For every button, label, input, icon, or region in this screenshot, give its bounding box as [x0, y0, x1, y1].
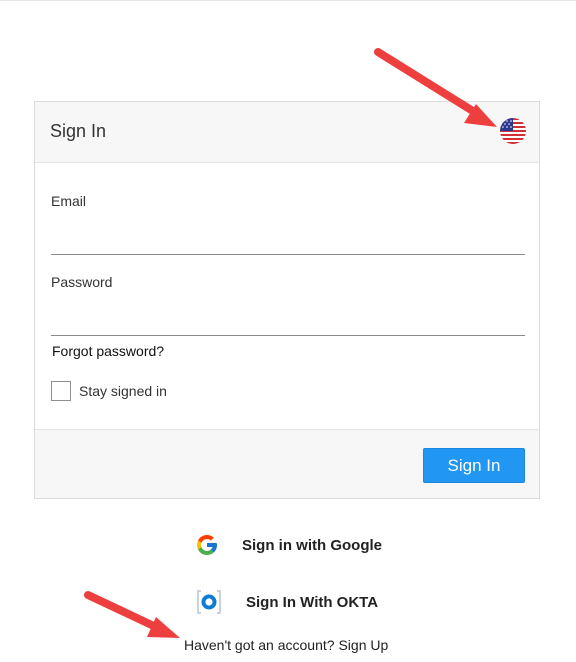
sign-in-button[interactable]: Sign In: [423, 448, 525, 483]
signup-prompt: Haven't got an account? Sign Up: [184, 637, 388, 653]
card-header: Sign In: [35, 102, 539, 163]
sign-in-card: Sign In Email Password Forgot password? …: [34, 101, 540, 499]
forgot-password-link[interactable]: Forgot password?: [52, 343, 164, 359]
stay-signed-in-checkbox[interactable]: [51, 381, 71, 401]
card-title: Sign In: [50, 121, 107, 141]
us-flag-icon[interactable]: [500, 118, 526, 144]
card-footer: Sign In: [35, 429, 539, 498]
top-divider: [0, 0, 576, 1]
sign-up-link[interactable]: Sign Up: [338, 637, 388, 653]
okta-icon: [196, 589, 222, 615]
google-sign-in-button[interactable]: Sign in with Google: [195, 533, 382, 557]
stay-signed-in-label: Stay signed in: [79, 383, 167, 399]
password-label: Password: [51, 274, 113, 290]
annotation-arrow-signup: [84, 591, 180, 638]
google-icon: [195, 533, 219, 557]
okta-sign-in-label: Sign In With OKTA: [246, 593, 379, 611]
password-field[interactable]: [51, 308, 525, 336]
email-label: Email: [51, 193, 87, 209]
email-field[interactable]: [51, 227, 525, 255]
okta-sign-in-button[interactable]: Sign In With OKTA: [196, 589, 378, 615]
google-sign-in-label: Sign in with Google: [242, 536, 382, 554]
sign-in-page: Sign In Email Password Forgot password? …: [0, 0, 576, 662]
signup-question: Haven't got an account?: [184, 637, 335, 653]
